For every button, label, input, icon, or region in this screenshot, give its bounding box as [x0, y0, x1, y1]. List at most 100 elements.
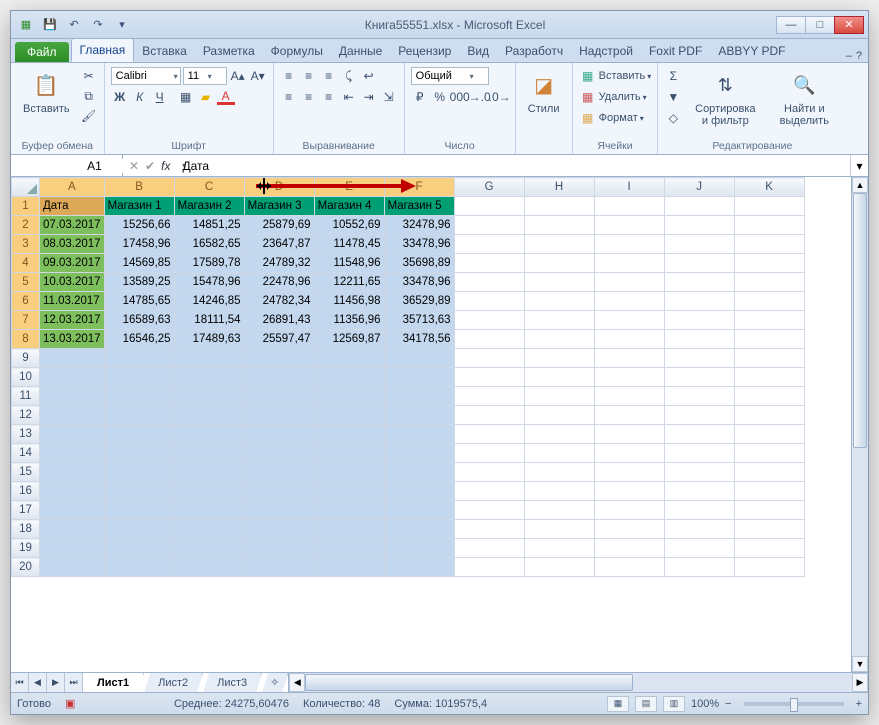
row-header[interactable]: 11: [12, 387, 40, 406]
cell[interactable]: [454, 463, 524, 482]
vertical-scrollbar[interactable]: ▲ ▼: [851, 177, 868, 672]
cell[interactable]: [174, 406, 244, 425]
cell[interactable]: [734, 235, 804, 254]
cell[interactable]: [664, 292, 734, 311]
cell[interactable]: 12211,65: [314, 273, 384, 292]
cell[interactable]: [664, 254, 734, 273]
row-header[interactable]: 8: [12, 330, 40, 349]
cell[interactable]: [314, 501, 384, 520]
cell[interactable]: [594, 330, 664, 349]
qat-customize-icon[interactable]: ▾: [111, 15, 133, 35]
clear-icon[interactable]: ◇: [664, 109, 682, 127]
cell[interactable]: [384, 406, 454, 425]
tab-nav-prev-icon[interactable]: ◀: [29, 673, 47, 692]
cell[interactable]: [104, 444, 174, 463]
cell[interactable]: 33478,96: [384, 273, 454, 292]
cell[interactable]: [454, 311, 524, 330]
cell[interactable]: [734, 558, 804, 577]
cell[interactable]: [40, 539, 105, 558]
sheet-tab[interactable]: Лист1: [83, 673, 144, 692]
cell[interactable]: [734, 387, 804, 406]
align-right-icon[interactable]: ≡: [320, 88, 338, 106]
cell[interactable]: [314, 463, 384, 482]
cell[interactable]: 33478,96: [384, 235, 454, 254]
column-header[interactable]: C: [174, 178, 244, 197]
ribbon-tab-foxit[interactable]: Foxit PDF: [641, 40, 710, 62]
grid[interactable]: ABCDEFGHIJK1ДатаМагазин 1Магазин 2Магази…: [11, 177, 868, 672]
row-header[interactable]: 1: [12, 197, 40, 216]
cell[interactable]: [174, 349, 244, 368]
cell[interactable]: [594, 444, 664, 463]
cell[interactable]: 15478,96: [174, 273, 244, 292]
cell[interactable]: [174, 444, 244, 463]
cell[interactable]: [104, 558, 174, 577]
ribbon-tab-addins[interactable]: Надстрой: [571, 40, 641, 62]
cell[interactable]: [454, 349, 524, 368]
accounting-icon[interactable]: ₽: [411, 88, 429, 106]
scroll-down-icon[interactable]: ▼: [852, 656, 868, 672]
column-header[interactable]: E: [314, 178, 384, 197]
cell[interactable]: [524, 311, 594, 330]
cell[interactable]: Дата: [40, 197, 105, 216]
cell[interactable]: [664, 406, 734, 425]
sort-filter-button[interactable]: ⇅ Сортировка и фильтр: [686, 67, 764, 129]
row-header[interactable]: 14: [12, 444, 40, 463]
column-header[interactable]: A: [40, 178, 105, 197]
ribbon-tab-home[interactable]: Главная: [71, 38, 135, 62]
horizontal-scrollbar[interactable]: ◀ ▶: [288, 673, 868, 692]
zoom-level[interactable]: 100%: [691, 698, 719, 710]
ribbon-tab-view[interactable]: Вид: [459, 40, 497, 62]
cell[interactable]: [664, 235, 734, 254]
cell[interactable]: [734, 311, 804, 330]
align-bottom-icon[interactable]: ≡: [320, 67, 338, 85]
cell[interactable]: [40, 501, 105, 520]
cell[interactable]: [524, 330, 594, 349]
row-header[interactable]: 12: [12, 406, 40, 425]
cell[interactable]: 11456,98: [314, 292, 384, 311]
cell[interactable]: [734, 406, 804, 425]
border-icon[interactable]: ▦: [177, 88, 195, 106]
underline-button[interactable]: Ч: [151, 88, 169, 106]
cells-format-button[interactable]: ▦Формат▾: [579, 109, 652, 127]
cell[interactable]: [40, 558, 105, 577]
cell[interactable]: [594, 425, 664, 444]
cell[interactable]: [664, 501, 734, 520]
cell[interactable]: [524, 216, 594, 235]
cell[interactable]: Магазин 5: [384, 197, 454, 216]
column-header[interactable]: B: [104, 178, 174, 197]
cell[interactable]: [594, 558, 664, 577]
cell[interactable]: [734, 254, 804, 273]
formula-input[interactable]: Дата: [176, 155, 850, 176]
shrink-font-icon[interactable]: A▾: [249, 67, 267, 85]
cell[interactable]: [384, 368, 454, 387]
cell[interactable]: [174, 539, 244, 558]
cell[interactable]: 09.03.2017: [40, 254, 105, 273]
cell[interactable]: [314, 520, 384, 539]
cell[interactable]: [454, 254, 524, 273]
cell[interactable]: 11548,96: [314, 254, 384, 273]
cut-icon[interactable]: ✂: [80, 67, 98, 85]
cell[interactable]: 25597,47: [244, 330, 314, 349]
cell[interactable]: [384, 444, 454, 463]
cell[interactable]: [314, 482, 384, 501]
cell[interactable]: [524, 520, 594, 539]
cell[interactable]: [40, 368, 105, 387]
cell[interactable]: [314, 558, 384, 577]
row-header[interactable]: 18: [12, 520, 40, 539]
tab-nav-first-icon[interactable]: ⏮: [11, 673, 29, 692]
hscroll-thumb[interactable]: [305, 674, 633, 691]
cell[interactable]: [664, 311, 734, 330]
cell[interactable]: [244, 482, 314, 501]
merge-icon[interactable]: ⇲: [380, 88, 398, 106]
cell[interactable]: 16589,63: [104, 311, 174, 330]
indent-inc-icon[interactable]: ⇥: [360, 88, 378, 106]
cell[interactable]: 12569,87: [314, 330, 384, 349]
cell[interactable]: [594, 235, 664, 254]
cell[interactable]: 24789,32: [244, 254, 314, 273]
row-header[interactable]: 7: [12, 311, 40, 330]
cell[interactable]: [664, 444, 734, 463]
zoom-out-icon[interactable]: −: [725, 698, 731, 710]
styles-button[interactable]: ◪ Стили: [522, 67, 566, 117]
new-sheet-button[interactable]: ✧: [262, 673, 288, 692]
column-header[interactable]: H: [524, 178, 594, 197]
